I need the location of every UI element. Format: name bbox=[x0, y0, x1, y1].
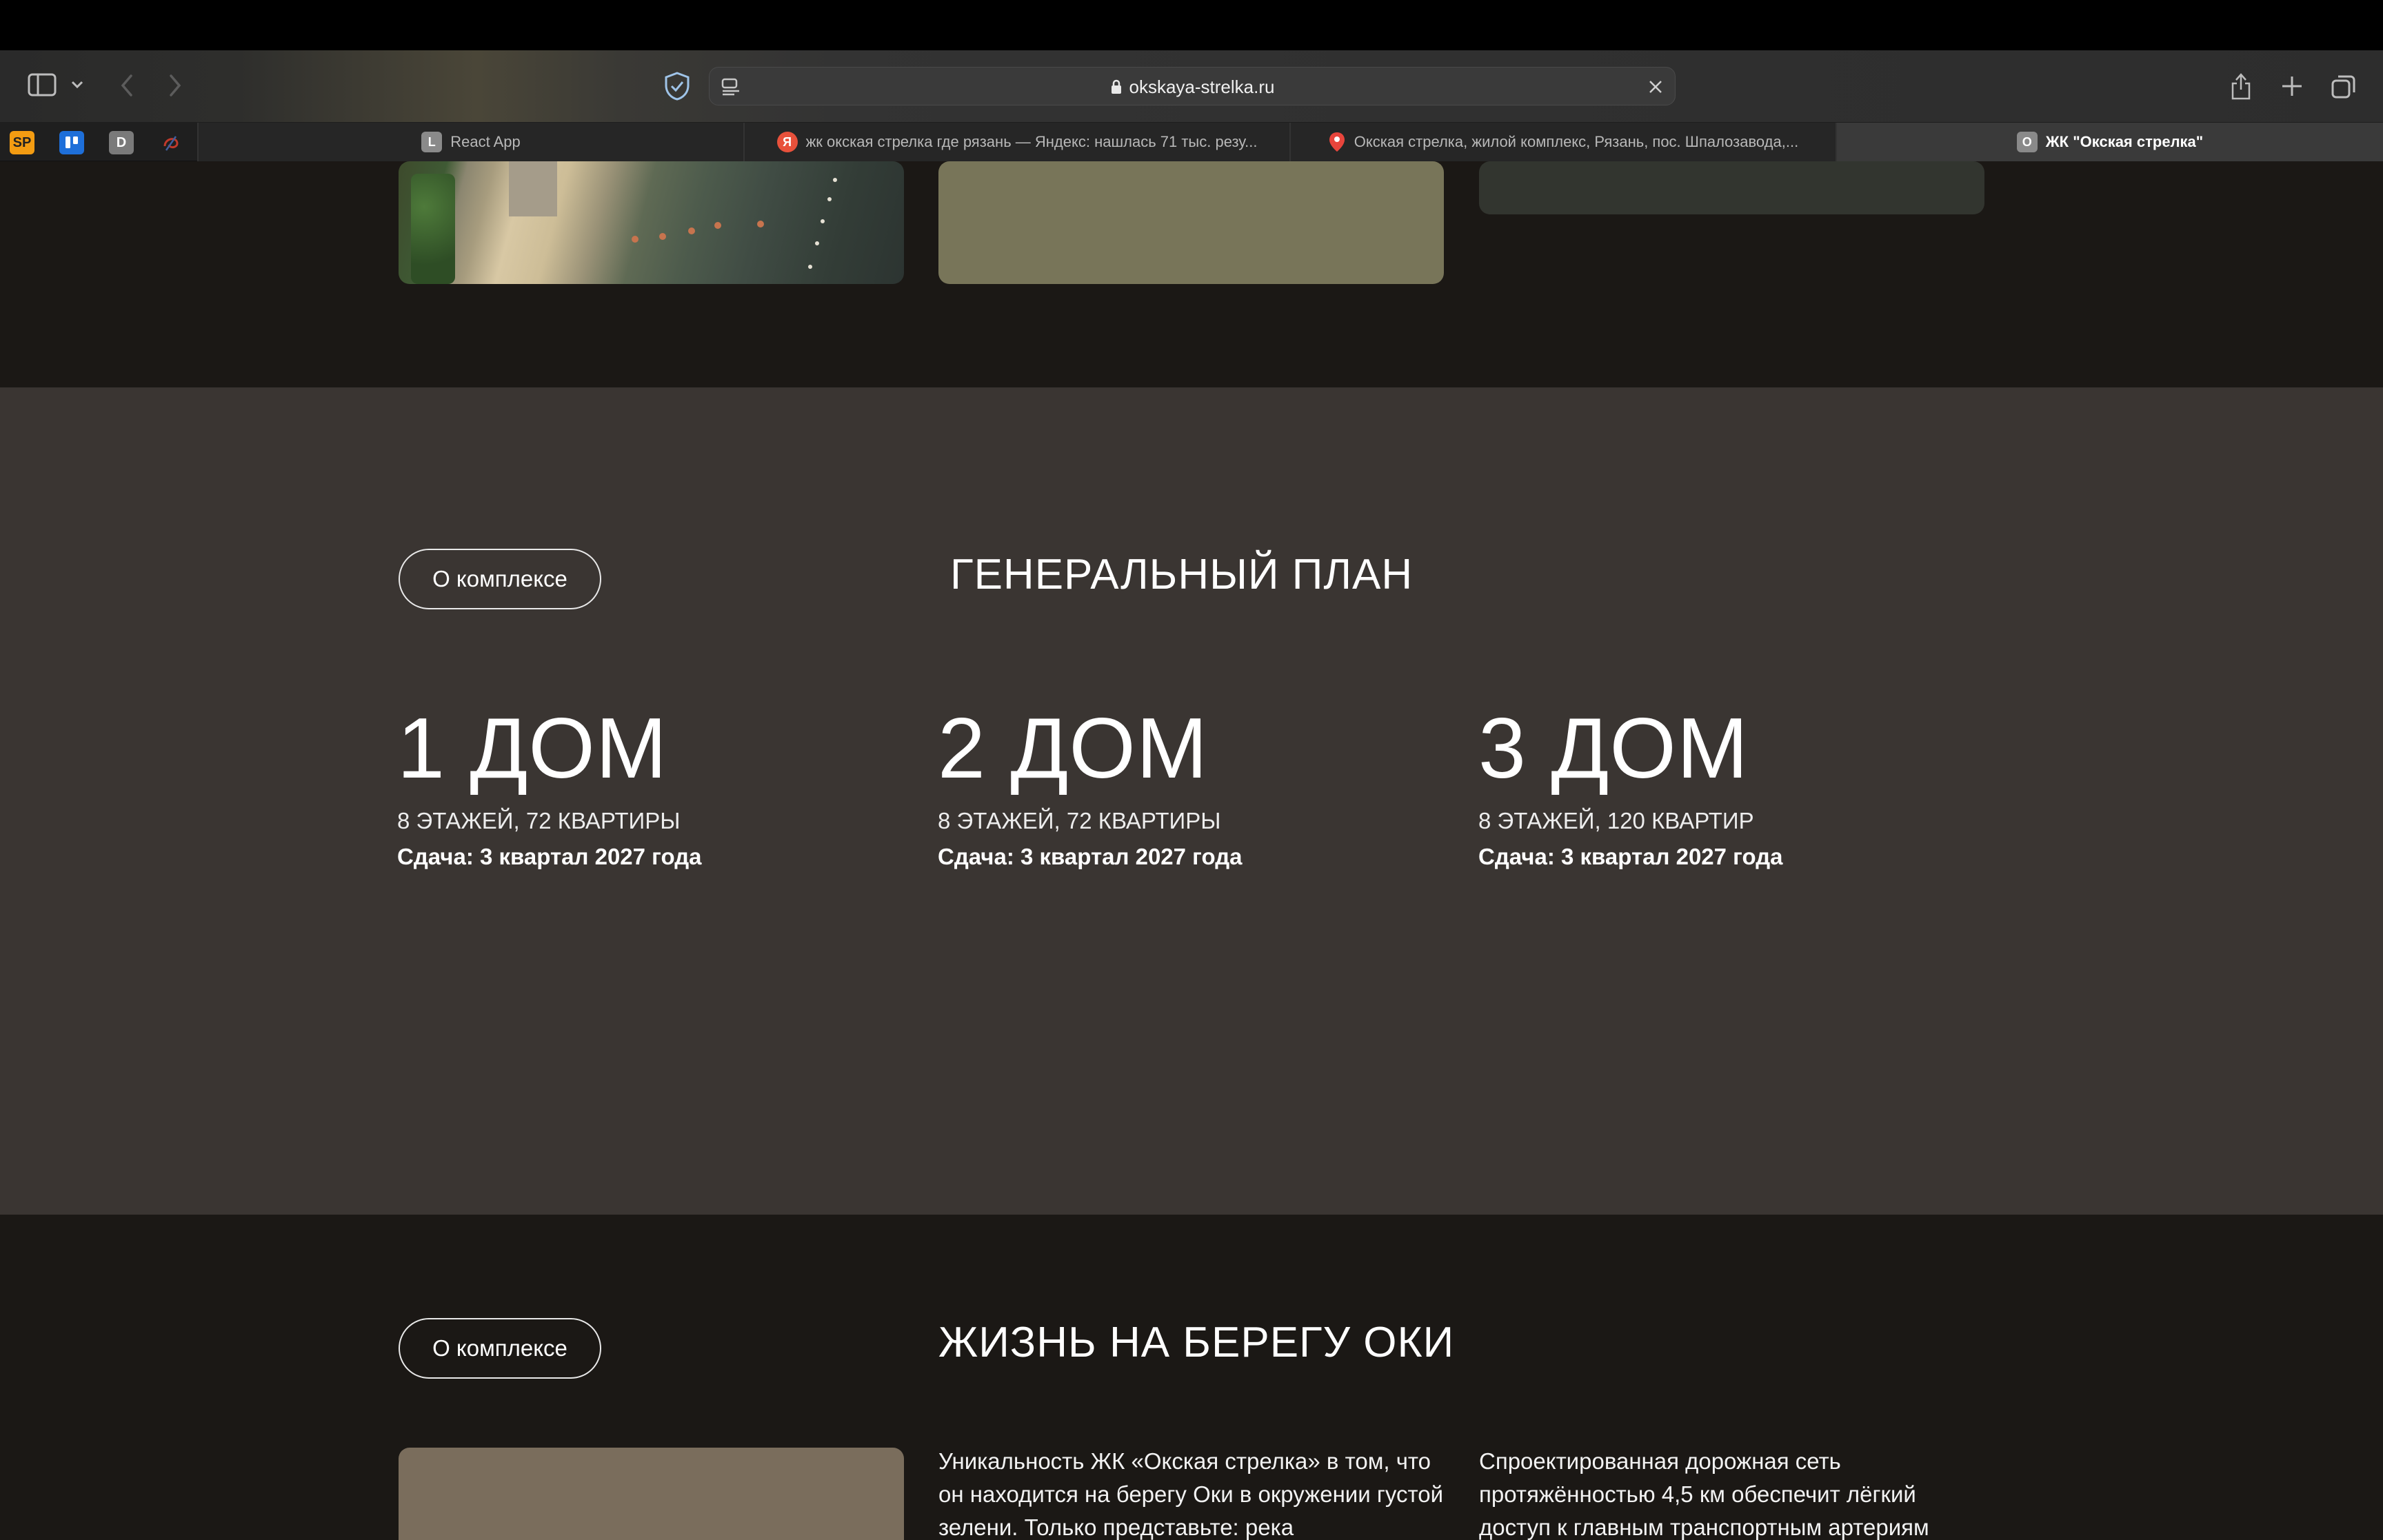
life-by-river-section: О комплексе ЖИЗНЬ НА БЕРЕГУ ОКИ Уникальн… bbox=[0, 1215, 2383, 1540]
photo-hedge bbox=[411, 174, 455, 284]
photo-buoy bbox=[757, 221, 764, 227]
house-floors: 8 ЭТАЖЕЙ, 72 КВАРТИРЫ bbox=[938, 808, 1221, 833]
photo-buoy bbox=[659, 233, 666, 240]
house-name: 3 ДОМ bbox=[1478, 701, 1749, 796]
tab-title: React App bbox=[450, 133, 521, 150]
about-complex-button[interactable]: О комплексе bbox=[399, 549, 601, 609]
tab-title: ЖК "Окская стрелка" bbox=[2045, 133, 2204, 150]
photo-rope-float bbox=[808, 265, 812, 269]
swirl-icon bbox=[163, 136, 179, 151]
house-floors: 8 ЭТАЖЕЙ, 120 КВАРТИР bbox=[1478, 808, 1754, 833]
web-page: О комплексе ГЕНЕРАЛЬНЫЙ ПЛАН 1 ДОМ 8 ЭТА… bbox=[0, 161, 2383, 1540]
photo-rope-float bbox=[833, 178, 837, 182]
plus-icon[interactable] bbox=[2278, 72, 2306, 100]
house-floors: 8 ЭТАЖЕЙ, 72 КВАРТИРЫ bbox=[397, 808, 681, 833]
pinned-tab-d-label: D bbox=[116, 134, 127, 150]
url-display: okskaya-strelka.ru bbox=[710, 68, 1675, 106]
photo-rope-float bbox=[821, 219, 825, 223]
gallery-card-dark[interactable] bbox=[1479, 161, 1984, 214]
gallery-section bbox=[0, 161, 2383, 387]
lock-icon bbox=[1111, 79, 1121, 94]
general-plan-section: О комплексе ГЕНЕРАЛЬНЫЙ ПЛАН 1 ДОМ 8 ЭТА… bbox=[0, 387, 2383, 1215]
gallery-card-olive[interactable] bbox=[938, 161, 1444, 284]
river-beach-photo[interactable] bbox=[399, 161, 904, 284]
photo-buoy bbox=[688, 227, 695, 234]
tab-okskaya-strelka[interactable]: O ЖК "Окская стрелка" bbox=[1837, 123, 2383, 161]
top-black-bar bbox=[0, 0, 2383, 50]
tab-favicon-yandex: Я bbox=[776, 132, 798, 152]
forward-arrow-icon[interactable] bbox=[164, 72, 186, 99]
about-complex-button[interactable]: О комплексе bbox=[399, 1318, 601, 1379]
pinned-tab-swirl[interactable] bbox=[159, 131, 183, 154]
life-photo-card[interactable] bbox=[399, 1448, 904, 1540]
photo-buoy bbox=[632, 236, 639, 243]
house-completion: Сдача: 3 квартал 2027 года bbox=[938, 844, 1243, 869]
photo-rope-float bbox=[815, 241, 819, 245]
life-paragraph-2: Спроектированная дорожная сеть протяжённ… bbox=[1479, 1448, 1929, 1540]
privacy-shield-icon[interactable] bbox=[661, 70, 694, 103]
house-card-1[interactable]: 1 ДОМ 8 ЭТАЖЕЙ, 72 КВАРТИРЫ Сдача: 3 ква… bbox=[397, 706, 894, 870]
house-card-3[interactable]: 3 ДОМ 8 ЭТАЖЕЙ, 120 КВАРТИР Сдача: 3 ква… bbox=[1478, 706, 1975, 870]
tab-react-app[interactable]: L React App bbox=[199, 123, 745, 161]
pinned-tab-sp-label: SP bbox=[12, 134, 32, 150]
trello-icon bbox=[66, 136, 78, 148]
tab-favicon-o: O bbox=[2016, 132, 2038, 152]
map-pin-icon bbox=[1329, 132, 1345, 152]
life-paragraph-1: Уникальность ЖК «Окская стрелка» в том, … bbox=[938, 1448, 1444, 1540]
back-arrow-icon[interactable] bbox=[116, 72, 138, 99]
pinned-tab-d[interactable]: D bbox=[109, 131, 134, 154]
pinned-tab-trello[interactable] bbox=[59, 131, 84, 154]
tab-overview-icon[interactable] bbox=[2329, 72, 2358, 101]
share-icon[interactable] bbox=[2227, 70, 2255, 103]
house-card-2[interactable]: 2 ДОМ 8 ЭТАЖЕЙ, 72 КВАРТИРЫ Сдача: 3 ква… bbox=[938, 706, 1434, 870]
url-text: okskaya-strelka.ru bbox=[1129, 76, 1275, 97]
house-name: 2 ДОМ bbox=[938, 701, 1209, 796]
photo-rope-float bbox=[827, 197, 832, 201]
photo-buoy bbox=[714, 222, 721, 229]
photo-wall bbox=[509, 161, 557, 216]
address-bar[interactable]: okskaya-strelka.ru bbox=[709, 67, 1676, 105]
tab-title: жк окская стрелка где рязань — Яндекс: н… bbox=[805, 133, 1258, 150]
pinned-tab-sp[interactable]: SP bbox=[10, 131, 34, 154]
tab-yandex-search[interactable]: Я жк окская стрелка где рязань — Яндекс:… bbox=[745, 123, 1291, 161]
section-title: ГЕНЕРАЛЬНЫЙ ПЛАН bbox=[950, 551, 1414, 598]
house-completion: Сдача: 3 квартал 2027 года bbox=[397, 844, 702, 869]
tab-yandex-maps[interactable]: Окская стрелка, жилой комплекс, Рязань, … bbox=[1291, 123, 1837, 161]
browser-toolbar: okskaya-strelka.ru bbox=[0, 50, 2383, 123]
sidebar-toggle-icon[interactable] bbox=[28, 73, 57, 97]
house-completion: Сдача: 3 квартал 2027 года bbox=[1478, 844, 1783, 869]
house-name: 1 ДОМ bbox=[397, 701, 668, 796]
close-icon[interactable] bbox=[1646, 77, 1665, 97]
section-title: ЖИЗНЬ НА БЕРЕГУ ОКИ bbox=[938, 1319, 1455, 1366]
chevron-down-icon[interactable] bbox=[69, 77, 86, 93]
tab-favicon-l: L bbox=[421, 132, 443, 152]
tab-bar: SP D L React App Я жк окская стрелка где… bbox=[0, 123, 2383, 161]
tab-title: Окская стрелка, жилой комплекс, Рязань, … bbox=[1354, 133, 1799, 150]
